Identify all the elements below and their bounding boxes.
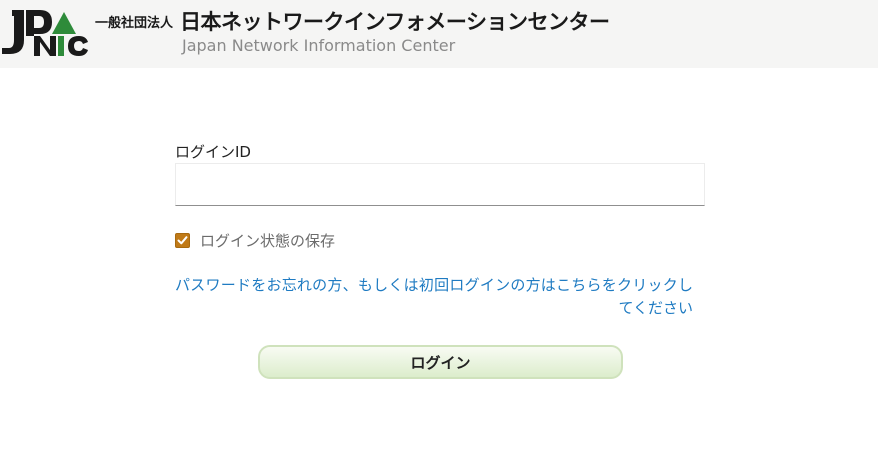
checkmark-icon — [177, 235, 188, 244]
remember-login-row[interactable]: ログイン状態の保存 — [175, 230, 335, 250]
remember-login-checkbox[interactable] — [175, 232, 190, 248]
org-name-japanese: 日本ネットワークインフォメーションセンター — [180, 10, 610, 34]
jpnic-logo[interactable] — [0, 2, 92, 60]
org-name-english: Japan Network Information Center — [182, 36, 456, 55]
login-id-input[interactable] — [175, 163, 705, 206]
site-header: 一般社団法人 日本ネットワークインフォメーションセンター Japan Netwo… — [0, 0, 878, 68]
login-button[interactable]: ログイン — [258, 345, 623, 379]
login-id-label: ログインID — [175, 143, 251, 161]
forgot-password-link[interactable]: パスワードをお忘れの方、もしくは初回ログインの方はこちらをクリックしてください — [175, 274, 693, 320]
jpnic-logo-mark — [2, 10, 88, 56]
remember-login-label[interactable]: ログイン状態の保存 — [200, 230, 335, 251]
org-type-label: 一般社団法人 — [95, 16, 174, 31]
